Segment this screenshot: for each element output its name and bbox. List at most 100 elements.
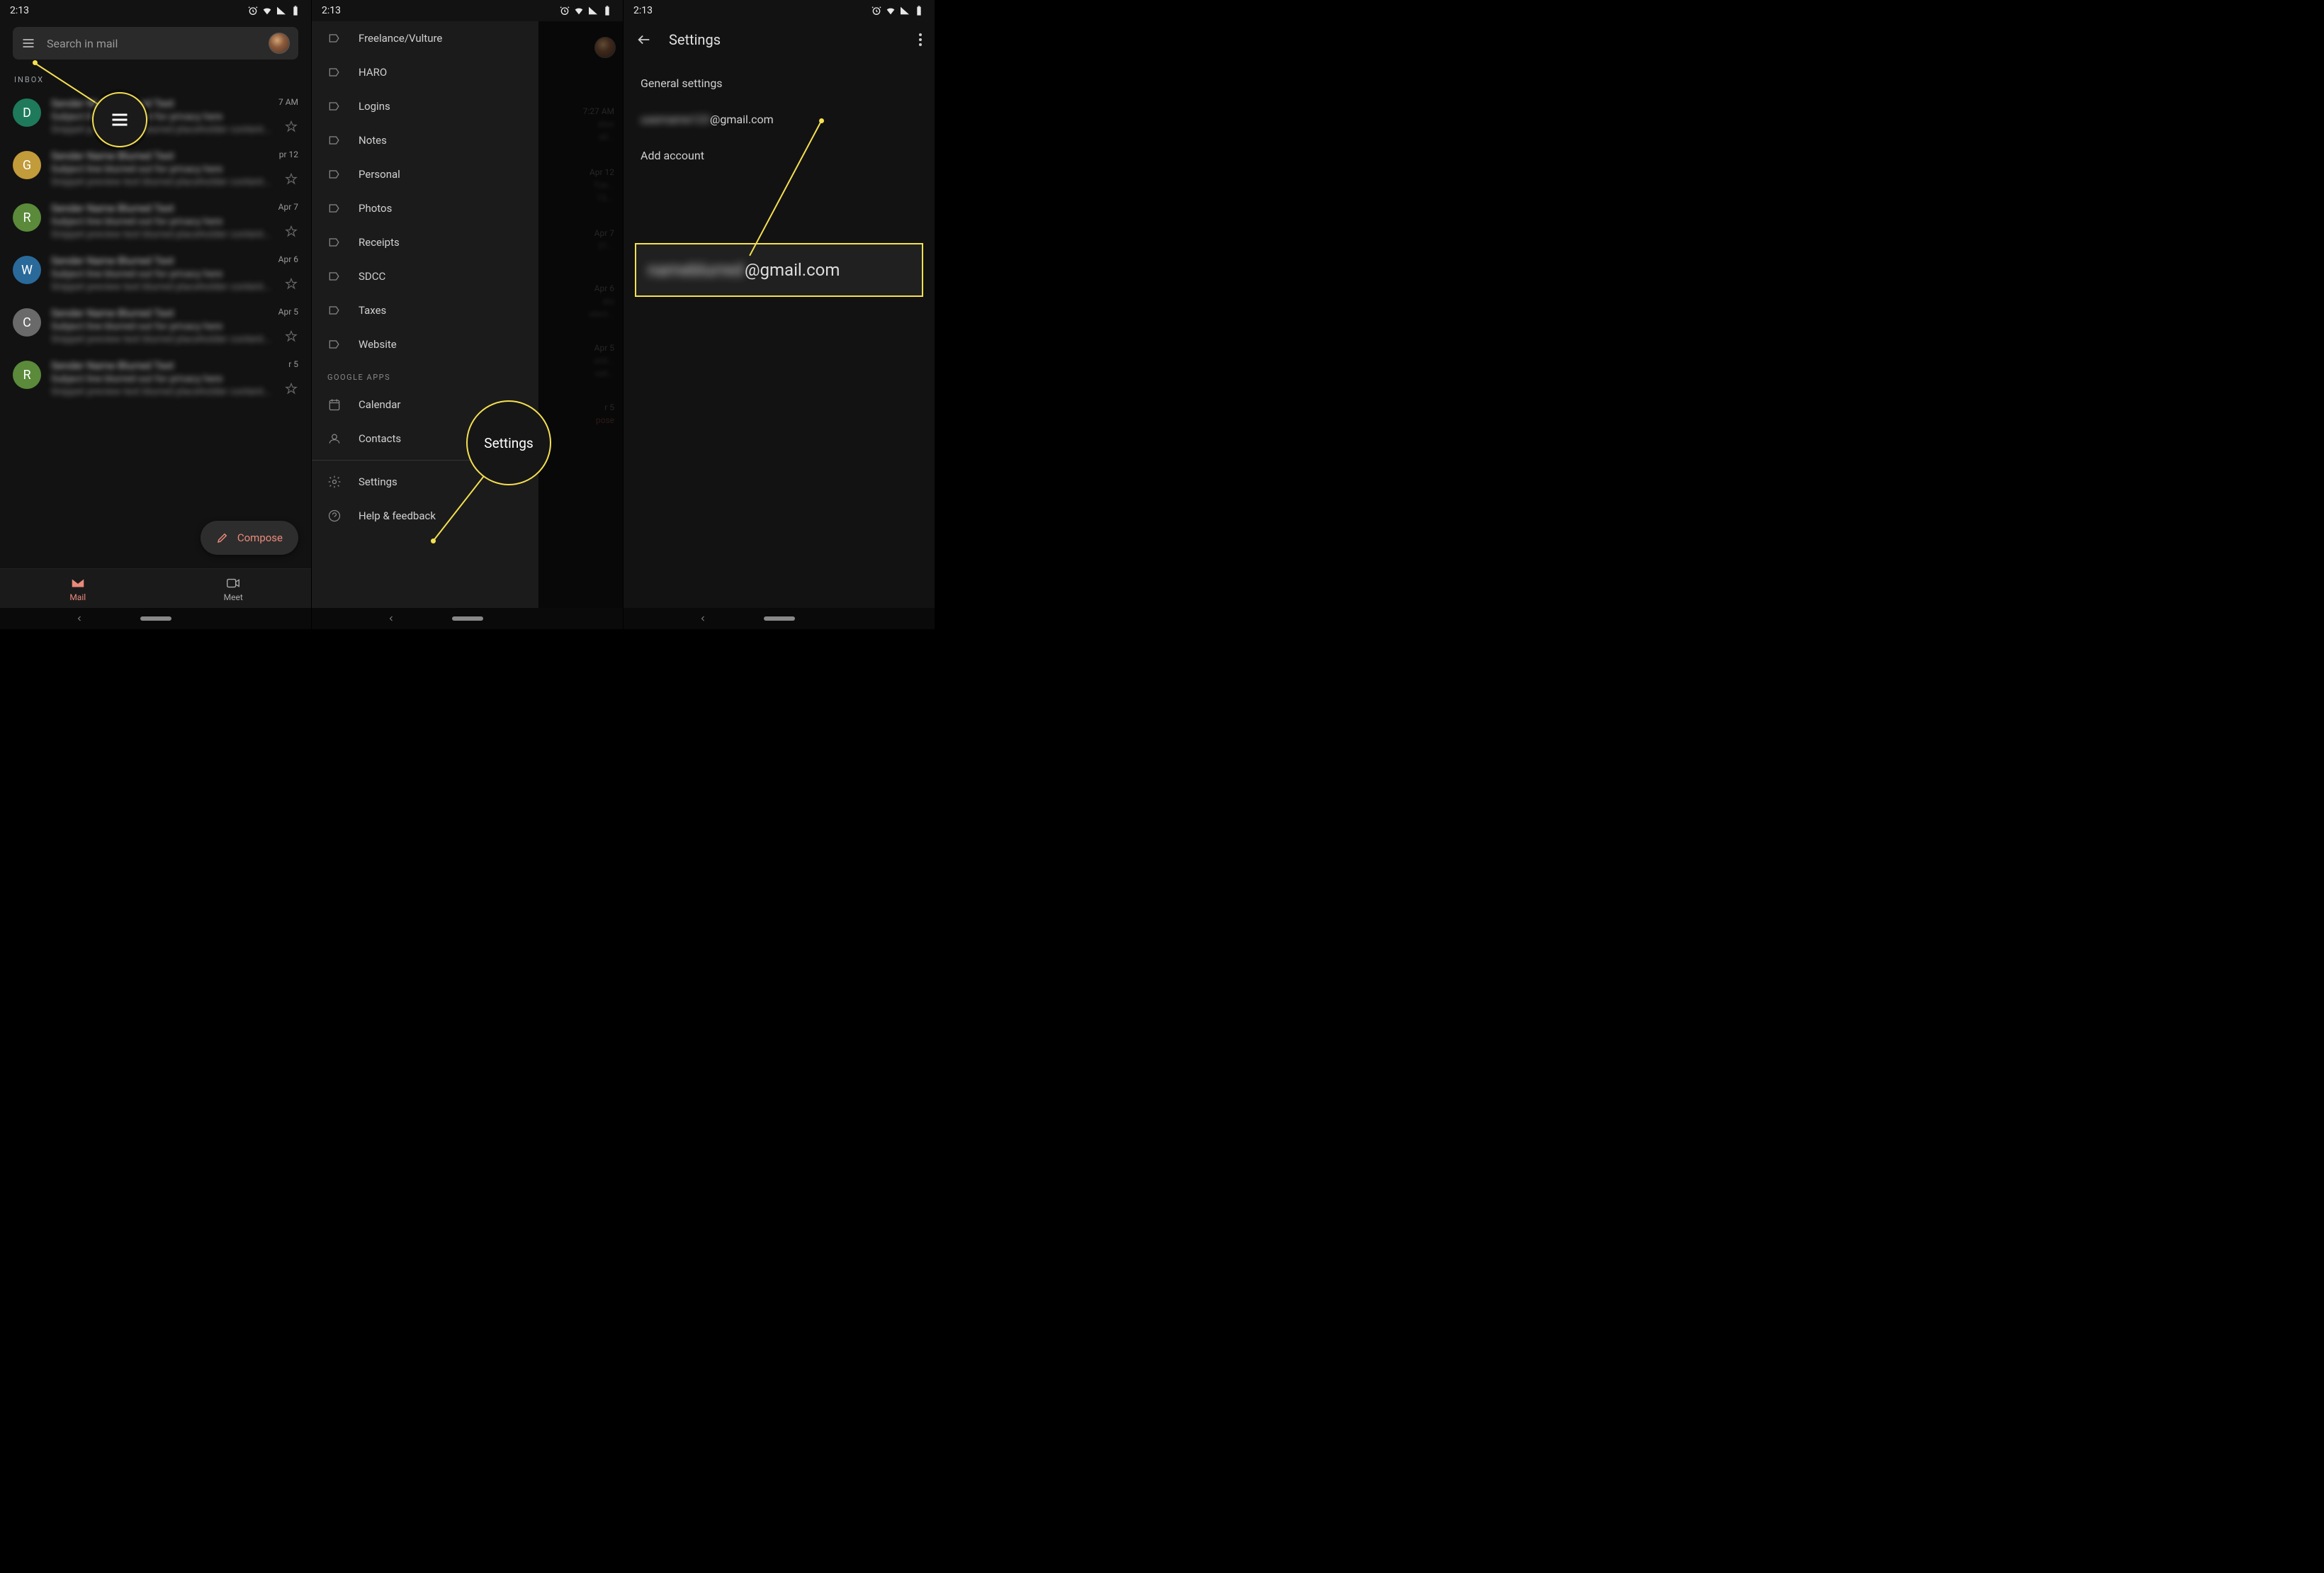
label-icon [327,167,342,181]
back-icon[interactable] [699,614,707,623]
drawer-label-item[interactable]: Receipts [312,225,538,259]
signal-icon [587,5,599,16]
email-sender: Sender Name Blurred Text [51,97,174,110]
email-snippet: Snippet preview text blurred placeholder… [51,229,298,240]
star-icon[interactable] [284,277,298,291]
mail-icon [70,575,86,591]
drawer-item-calendar[interactable]: Calendar [312,388,538,422]
back-arrow-icon[interactable] [636,32,652,47]
email-time: Apr 5 [278,307,298,317]
help-icon [327,509,342,523]
email-time: 7 AM [278,97,298,107]
status-bar: 2:13 [0,0,311,21]
drawer-item-settings[interactable]: Settings [312,465,538,499]
drawer-label-item[interactable]: Website [312,327,538,361]
settings-item-general[interactable]: General settings [624,65,935,101]
star-icon[interactable] [284,120,298,134]
star-icon[interactable] [284,172,298,186]
email-subject: Subject line blurred out for privacy her… [51,111,298,123]
back-icon[interactable] [75,614,84,623]
drawer-label-text: Freelance/Vulture [359,32,442,45]
email-item[interactable]: R Sender Name Blurred Text r 5 Subject l… [0,352,311,405]
pencil-icon [216,531,229,544]
email-item[interactable]: R Sender Name Blurred Text Apr 7 Subject… [0,195,311,247]
settings-title: Settings [669,31,902,48]
settings-list: General settings username123@gmail.com A… [624,58,935,181]
email-subject: Subject line blurred out for privacy her… [51,216,298,227]
label-icon [327,303,342,317]
bottom-nav: Mail Meet [0,568,311,608]
email-snippet: Snippet preview text blurred placeholder… [51,281,298,293]
alarm-icon [247,5,259,16]
label-icon [327,99,342,113]
signal-icon [899,5,910,16]
star-icon[interactable] [284,382,298,396]
search-bar[interactable]: Search in mail [13,27,298,60]
email-item[interactable]: G Sender Name Blurred Text pr 12 Subject… [0,142,311,195]
drawer-label-text: SDCC [359,270,385,283]
email-time: Apr 7 [278,202,298,212]
back-icon[interactable] [387,614,395,623]
email-item[interactable]: W Sender Name Blurred Text Apr 6 Subject… [0,247,311,300]
label-icon [327,337,342,351]
home-pill[interactable] [764,616,795,621]
drawer-label-item[interactable]: HARO [312,55,538,89]
profile-avatar[interactable] [269,33,290,54]
email-snippet: Snippet preview text blurred placeholder… [51,176,298,188]
drawer-label-item[interactable]: Logins [312,89,538,123]
status-icons [871,5,925,16]
wifi-icon [573,5,585,16]
contacts-icon [327,432,342,446]
email-sender: Sender Name Blurred Text [51,359,174,372]
settings-item-account[interactable]: username123@gmail.com [624,101,935,137]
drawer-label-item[interactable]: Freelance/Vulture [312,21,538,55]
compose-button[interactable]: Compose [201,521,298,555]
hamburger-icon[interactable] [21,36,35,50]
drawer-label-text: Notes [359,134,387,147]
drawer-label-item[interactable]: SDCC [312,259,538,293]
highlight-account-suffix: @gmail.com [745,260,840,280]
email-avatar: G [13,151,41,179]
email-item[interactable]: D Sender Name Blurred Text 7 AM Subject … [0,90,311,142]
email-avatar: C [13,308,41,337]
drawer-item-contacts[interactable]: Contacts [312,422,538,456]
nav-mail[interactable]: Mail [0,569,156,608]
email-time: r 5 [288,359,298,369]
search-input[interactable]: Search in mail [47,37,257,50]
compose-label: Compose [237,531,283,544]
label-icon [327,31,342,45]
overflow-menu-icon[interactable] [919,33,922,46]
label-icon [327,65,342,79]
settings-appbar: Settings [624,21,935,58]
home-pill[interactable] [452,616,483,621]
email-avatar: D [13,98,41,127]
label-icon [327,201,342,215]
email-list: D Sender Name Blurred Text 7 AM Subject … [0,90,311,405]
drawer-item-help[interactable]: Help & feedback [312,499,538,533]
home-pill[interactable] [140,616,171,621]
star-icon[interactable] [284,225,298,239]
navigation-drawer: Freelance/Vulture HARO Logins Notes Pers… [312,21,538,608]
drawer-label-item[interactable]: Personal [312,157,538,191]
star-icon[interactable] [284,329,298,344]
status-time: 2:13 [633,5,653,16]
signal-icon [276,5,287,16]
drawer-section-google-apps: GOOGLE APPS [312,361,538,388]
email-item[interactable]: C Sender Name Blurred Text Apr 5 Subject… [0,300,311,352]
drawer-label-item[interactable]: Photos [312,191,538,225]
email-snippet: Snippet preview text blurred placeholder… [51,386,298,398]
settings-item-add-account[interactable]: Add account [624,137,935,174]
drawer-label-item[interactable]: Taxes [312,293,538,327]
system-nav [312,608,623,629]
nav-meet-label: Meet [224,592,243,602]
label-icon [327,269,342,283]
drawer-label-item[interactable]: Notes [312,123,538,157]
label-icon [327,235,342,249]
inbox-section-label: INBOX [0,65,311,90]
email-time: pr 12 [279,150,298,159]
email-sender: Sender Name Blurred Text [51,150,174,162]
system-nav [0,608,311,629]
drawer-label-text: Logins [359,100,390,113]
status-time: 2:13 [322,5,341,16]
nav-meet[interactable]: Meet [156,569,312,608]
